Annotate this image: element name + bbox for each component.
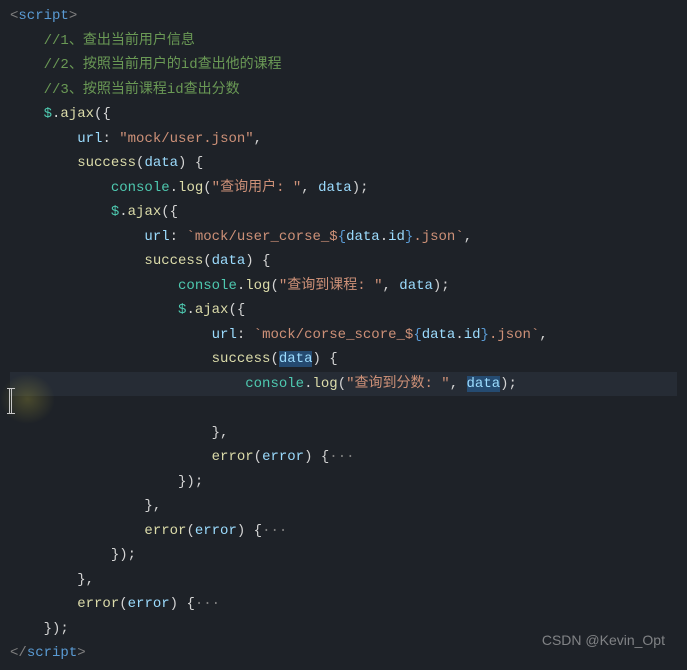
comment-3: //3、按照当前课程id查出分数 (44, 82, 240, 98)
comment-2: //2、按照当前用户的id查出他的课程 (44, 57, 282, 73)
line: }, (10, 425, 228, 441)
success-fn: success (77, 155, 136, 171)
line: success(data) { (10, 155, 203, 171)
line: error(error) {··· (10, 596, 220, 612)
line: }); (10, 547, 136, 563)
tag-name: script (18, 8, 68, 24)
url-1: "mock/user.json" (119, 131, 253, 147)
angle-close: > (69, 8, 77, 24)
line: url: `mock/user_corse_${data.id}.json`, (10, 229, 472, 245)
line: console.log("查询用户: ", data); (10, 180, 369, 196)
line: $.ajax({ (10, 302, 245, 318)
log-str-2: "查询到课程: " (279, 278, 383, 294)
line: success(data) { (10, 253, 270, 269)
line: error(error) {··· (10, 523, 287, 539)
arg-data: data (318, 180, 352, 196)
line: }); (10, 474, 203, 490)
url-3-post: .json` (489, 327, 539, 343)
line: }, (10, 498, 161, 514)
log-method: log (178, 180, 203, 196)
url-3-pre: `mock/corse_score_$ (254, 327, 414, 343)
line: //2、按照当前用户的id查出他的课程 (10, 57, 282, 73)
line: console.log("查询到课程: ", data); (10, 278, 450, 294)
url-2-post: .json` (413, 229, 463, 245)
console-obj: console (111, 180, 170, 196)
line: }); (10, 621, 69, 637)
line: //3、按照当前课程id查出分数 (10, 82, 240, 98)
line-highlighted: console.log("查询到分数: ", data); (10, 372, 677, 397)
log-str-3: "查询到分数: " (346, 376, 450, 392)
code-editor[interactable]: <script> //1、查出当前用户信息 //2、按照当前用户的id查出他的课… (0, 0, 687, 670)
fold-icon[interactable]: ··· (262, 523, 287, 539)
line: }, (10, 572, 94, 588)
log-str-1: "查询用户: " (212, 180, 302, 196)
line: url: "mock/user.json", (10, 131, 262, 147)
line: url: `mock/corse_score_${data.id}.json`, (10, 327, 548, 343)
comment-1: //1、查出当前用户信息 (44, 33, 195, 49)
line: success(data) { (10, 351, 338, 367)
line: </script> (10, 645, 86, 661)
line: $.ajax({ (10, 106, 111, 122)
line: //1、查出当前用户信息 (10, 33, 195, 49)
fold-icon[interactable]: ··· (329, 449, 354, 465)
jquery: $ (44, 106, 52, 122)
param-data: data (144, 155, 178, 171)
url-2-pre: `mock/user_corse_$ (186, 229, 337, 245)
ajax-method: ajax (60, 106, 94, 122)
line: <script> (10, 8, 77, 24)
url-key: url (77, 131, 102, 147)
line: error(error) {··· (10, 449, 355, 465)
line: $.ajax({ (10, 204, 178, 220)
fold-icon[interactable]: ··· (195, 596, 220, 612)
